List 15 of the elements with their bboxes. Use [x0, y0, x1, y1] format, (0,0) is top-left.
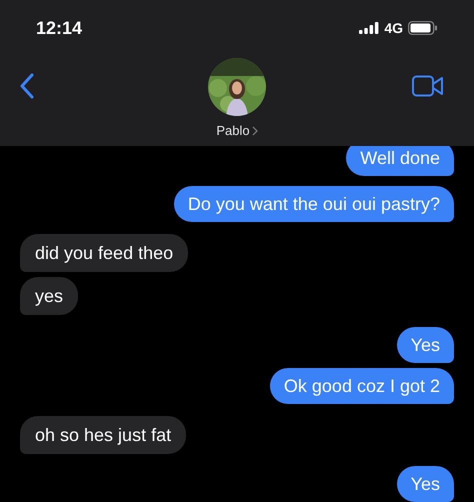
- sent-message: Yes: [396, 327, 454, 363]
- sent-message: Yes: [396, 466, 454, 502]
- sent-message: Ok good coz I got 2: [270, 368, 454, 404]
- contact-name[interactable]: Pablo: [216, 121, 250, 140]
- received-message: oh so hes just fat: [20, 416, 186, 454]
- chevron-icon: [252, 126, 258, 136]
- video-call-icon[interactable]: [412, 75, 444, 97]
- sent-message: Do you want the oui oui pastry?: [174, 186, 454, 222]
- back-icon[interactable]: [19, 73, 35, 99]
- signal-icon: [359, 22, 380, 34]
- received-message: did you feed theo: [20, 234, 188, 272]
- network-type: 4G: [384, 18, 403, 38]
- received-message: yes: [20, 277, 78, 315]
- battery-icon: [408, 21, 438, 35]
- status-time: 12:14: [36, 16, 82, 40]
